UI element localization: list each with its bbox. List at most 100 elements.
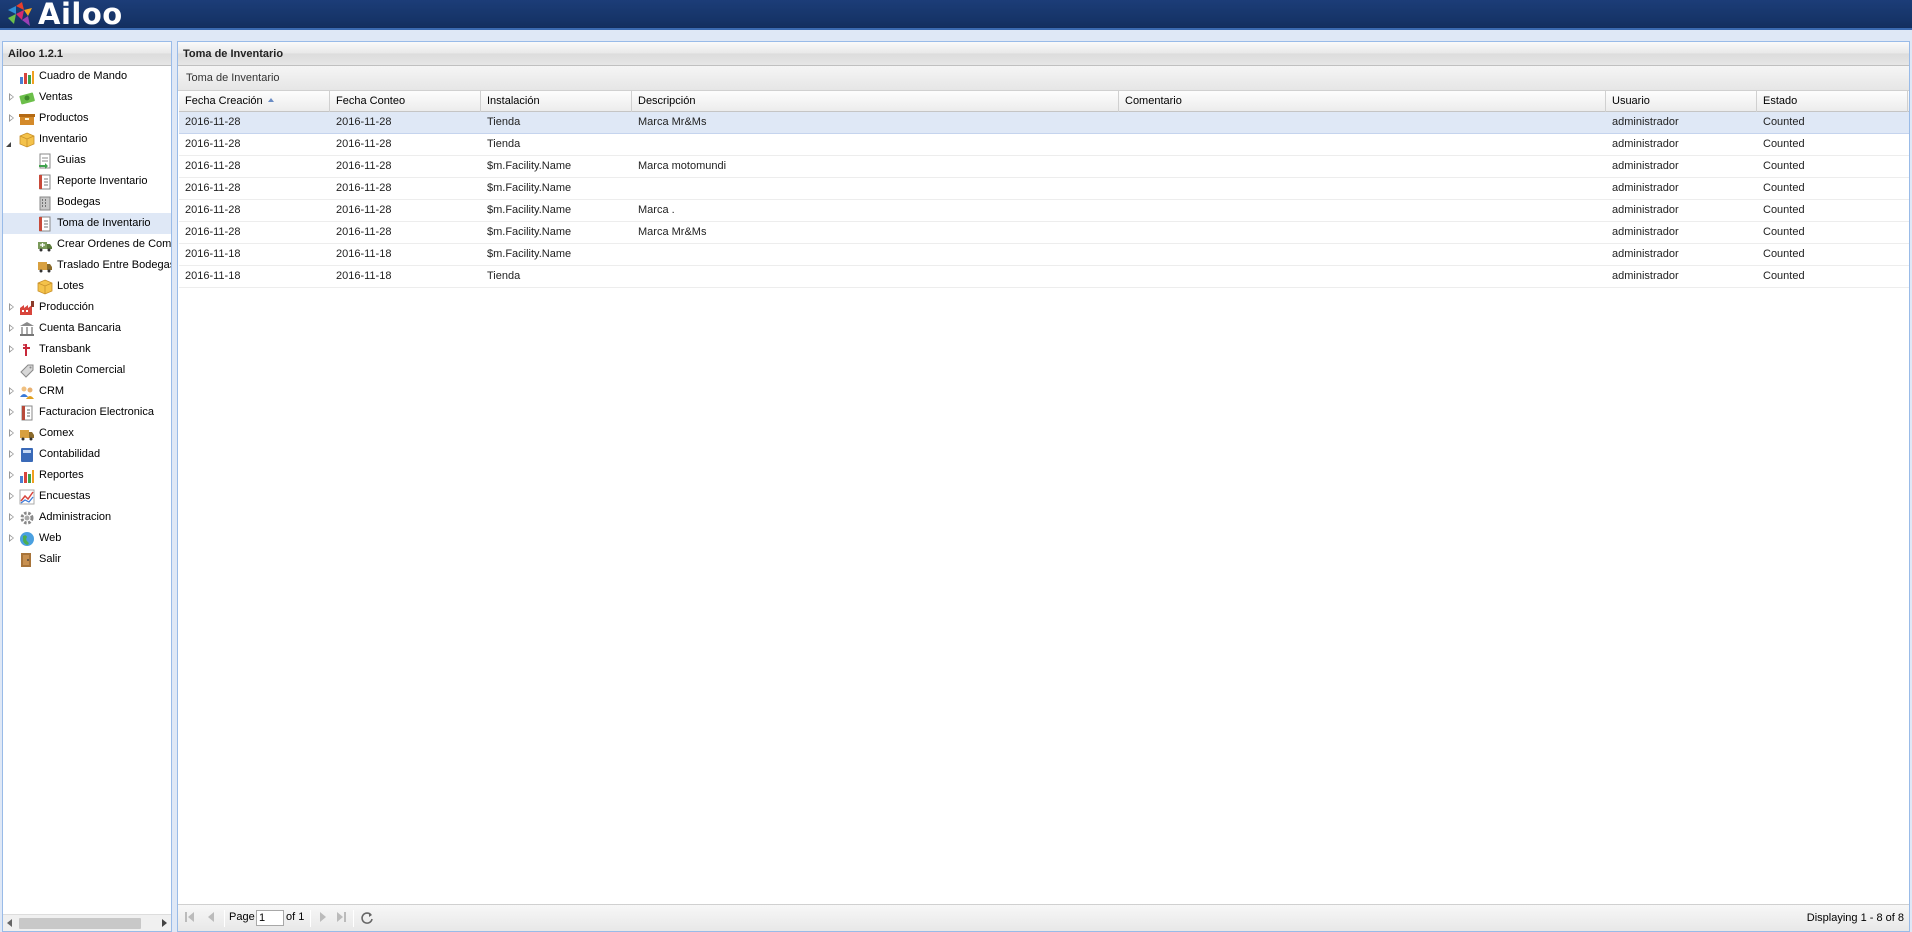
nav-item-guias[interactable]: Guias — [3, 150, 171, 171]
refresh-icon[interactable] — [360, 911, 374, 925]
table-row[interactable]: 2016-11-28 2016-11-28 Tienda administrador C… — [179, 134, 1909, 156]
scroll-right-arrow-icon[interactable] — [162, 919, 167, 927]
table-cell — [632, 266, 1119, 287]
table-cell: $m.Facility.Name — [487, 248, 572, 260]
expand-arrow-icon[interactable] — [9, 345, 14, 353]
table-cell: Counted — [1763, 270, 1805, 282]
table-cell: 2016-11-28 — [185, 160, 241, 172]
table-row[interactable]: 2016-11-28 2016-11-28 $m.Facility.Name Marc… — [179, 222, 1909, 244]
column-header-5[interactable]: Comentario — [1119, 91, 1606, 112]
displaying-status: Displaying 1 - 8 of 8 — [1806, 912, 1904, 924]
expand-arrow-icon[interactable] — [9, 450, 14, 458]
nav-item-inventario[interactable]: Inventario — [3, 129, 171, 150]
column-header-2[interactable]: Fecha Conteo — [330, 91, 481, 112]
expand-arrow-icon[interactable] — [9, 429, 14, 437]
nav-item-cuenta-bancaria[interactable]: Cuenta Bancaria — [3, 318, 171, 339]
nav-item-traslado-entre-bodegas[interactable]: Traslado Entre Bodegas — [3, 255, 171, 276]
nav-item-encuestas[interactable]: Encuestas — [3, 486, 171, 507]
column-header-6[interactable]: Usuario — [1606, 91, 1757, 112]
column-header-label: Fecha Creación — [185, 95, 263, 107]
last-page-button[interactable] — [335, 912, 347, 924]
nav-item-label: Encuestas — [39, 490, 91, 502]
table-cell: administrador — [1612, 182, 1679, 194]
nav-item-label: Toma de Inventario — [57, 217, 151, 229]
table-row[interactable]: 2016-11-28 2016-11-28 $m.Facility.Name Marc… — [179, 156, 1909, 178]
nav-item-label: Reporte Inventario — [57, 175, 148, 187]
nav-item-crear-ordenes-de-com[interactable]: Crear Ordenes de Com — [3, 234, 171, 255]
page-number-input[interactable] — [256, 910, 284, 926]
table-row[interactable]: 2016-11-18 2016-11-18 $m.Facility.Name admi… — [179, 244, 1909, 266]
nav-item-ventas[interactable]: Ventas — [3, 87, 171, 108]
nav-item-label: Administracion — [39, 511, 112, 523]
table-cell — [1119, 222, 1606, 243]
column-header-7[interactable]: Estado — [1757, 91, 1908, 112]
bank-icon — [20, 322, 34, 336]
table-cell: 2016-11-28 — [336, 182, 392, 194]
table-cell: Counted — [1763, 116, 1805, 128]
expand-arrow-icon[interactable] — [9, 534, 14, 542]
nav-item-label: Web — [39, 532, 62, 544]
nav-item-reporte-inventario[interactable]: Reporte Inventario — [3, 171, 171, 192]
nav-item-producción[interactable]: Producción — [3, 297, 171, 318]
nav-item-reportes[interactable]: Reportes — [3, 465, 171, 486]
table-row[interactable]: 2016-11-18 2016-11-18 Tienda administrador C… — [179, 266, 1909, 288]
column-header-4[interactable]: Descripción — [632, 91, 1119, 112]
first-page-button[interactable] — [185, 912, 197, 924]
table-cell: administrador — [1612, 226, 1679, 238]
expand-arrow-icon[interactable] — [9, 324, 14, 332]
table-cell: Counted — [1763, 138, 1805, 150]
nav-item-lotes[interactable]: Lotes — [3, 276, 171, 297]
table-cell: 2016-11-28 — [185, 204, 241, 216]
table-cell: $m.Facility.Name — [487, 204, 572, 216]
collapse-arrow-icon[interactable] — [6, 137, 11, 147]
expand-arrow-icon[interactable] — [9, 303, 14, 311]
table-cell: 2016-11-28 — [185, 226, 241, 238]
nav-item-facturacion-electronica[interactable]: Facturacion Electronica — [3, 402, 171, 423]
expand-arrow-icon[interactable] — [9, 387, 14, 395]
expand-arrow-icon[interactable] — [9, 114, 14, 122]
ledger-icon — [21, 448, 33, 462]
column-header-1[interactable]: Fecha Creación — [179, 91, 330, 112]
nav-item-toma-de-inventario[interactable]: Toma de Inventario — [3, 213, 171, 234]
table-row[interactable]: 2016-11-28 2016-11-28 $m.Facility.Name admi… — [179, 178, 1909, 200]
page-count-label: of 1 — [286, 911, 305, 923]
expand-arrow-icon[interactable] — [9, 513, 14, 521]
nav-item-transbank[interactable]: Transbank — [3, 339, 171, 360]
nav-item-crm[interactable]: CRM — [3, 381, 171, 402]
table-cell — [1119, 112, 1606, 133]
column-header-3[interactable]: Instalación — [481, 91, 632, 112]
previous-page-button[interactable] — [206, 912, 218, 924]
nav-item-salir[interactable]: Salir — [3, 549, 171, 570]
door-exit-icon — [21, 553, 31, 567]
content-panel-title: Toma de Inventario — [178, 42, 1909, 66]
table-row[interactable]: 2016-11-28 2016-11-28 $m.Facility.Name Marc… — [179, 200, 1909, 222]
table-cell — [1119, 156, 1606, 177]
scrollbar-thumb[interactable] — [19, 918, 141, 929]
chart-line-icon — [19, 489, 35, 505]
next-page-button[interactable] — [316, 912, 328, 924]
navigation-horizontal-scrollbar[interactable] — [3, 914, 171, 931]
paging-toolbar: Page of 1 Displaying 1 - 8 of 8 — [178, 904, 1909, 931]
building-icon — [39, 196, 51, 211]
expand-arrow-icon[interactable] — [9, 93, 14, 101]
nav-item-contabilidad[interactable]: Contabilidad — [3, 444, 171, 465]
nav-item-boletin-comercial[interactable]: Boletin Comercial — [3, 360, 171, 381]
expand-arrow-icon[interactable] — [9, 471, 14, 479]
table-cell: Marca Mr&Ms — [638, 226, 707, 238]
scroll-left-arrow-icon[interactable] — [7, 919, 12, 927]
nav-item-comex[interactable]: Comex — [3, 423, 171, 444]
expand-arrow-icon[interactable] — [9, 408, 14, 416]
table-cell: Counted — [1763, 204, 1805, 216]
nav-item-web[interactable]: Web — [3, 528, 171, 549]
nav-item-administracion[interactable]: Administracion — [3, 507, 171, 528]
nav-item-bodegas[interactable]: Bodegas — [3, 192, 171, 213]
nav-item-label: Producción — [39, 301, 95, 313]
nav-item-productos[interactable]: Productos — [3, 108, 171, 129]
nav-item-label: Crear Ordenes de Com — [57, 238, 171, 250]
expand-arrow-icon[interactable] — [9, 492, 14, 500]
navigation-panel: Ailoo 1.2.1 Cuadro de Mando Ventas Product… — [2, 41, 172, 932]
nav-item-label: Comex — [39, 427, 74, 439]
nav-item-label: Boletin Comercial — [39, 364, 126, 376]
nav-item-cuadro-de-mando[interactable]: Cuadro de Mando — [3, 66, 171, 87]
table-row[interactable]: 2016-11-28 2016-11-28 Tienda Marca Mr&Ms adm… — [179, 112, 1909, 134]
